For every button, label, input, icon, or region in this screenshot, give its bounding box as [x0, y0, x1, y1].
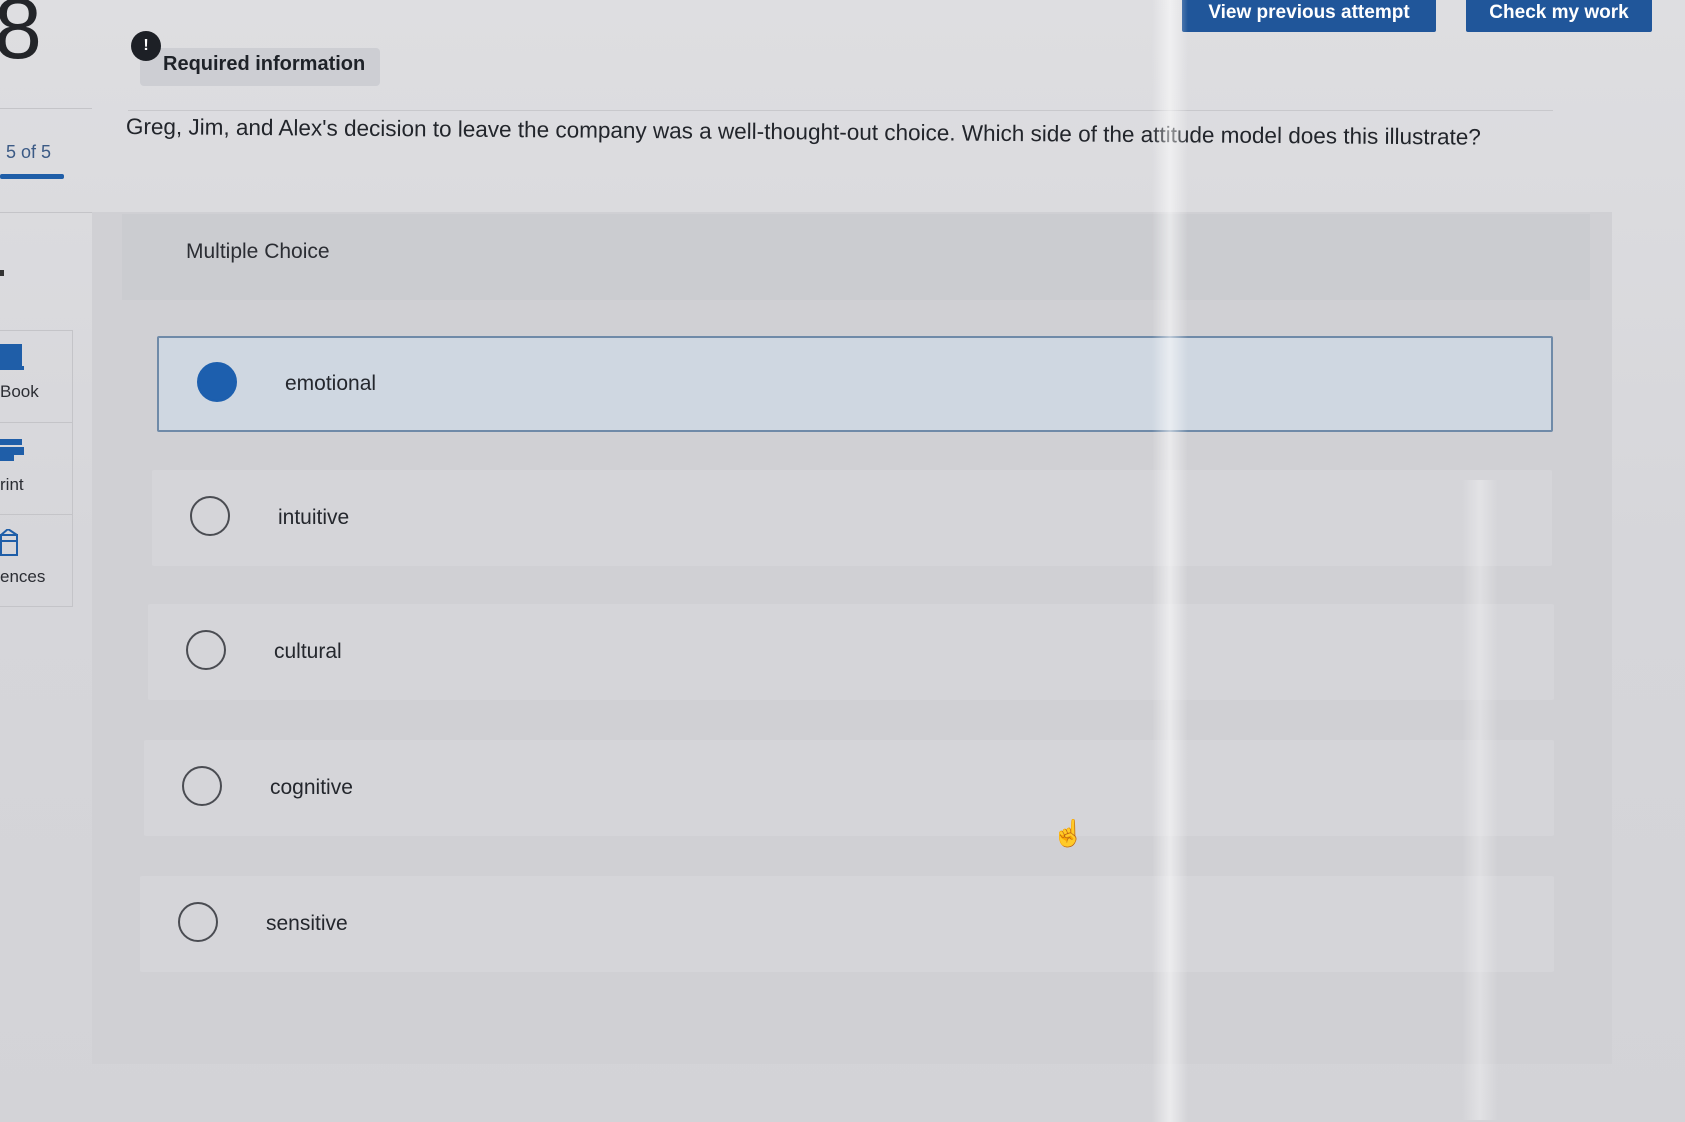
- radio-unselected[interactable]: [190, 496, 230, 536]
- progress-bar: [0, 174, 64, 179]
- view-previous-attempt-button[interactable]: View previous attempt: [1182, 0, 1436, 32]
- choice-label: sensitive: [266, 912, 348, 935]
- choice-label: emotional: [285, 372, 377, 395]
- choice-option-cognitive[interactable]: cognitive: [144, 740, 1554, 836]
- references-icon: [0, 527, 24, 556]
- sidebar-item-references[interactable]: ences: [0, 514, 72, 605]
- book-icon: [0, 344, 24, 370]
- radio-unselected[interactable]: [182, 766, 222, 806]
- radio-unselected[interactable]: [186, 630, 226, 670]
- print-icon: [0, 437, 24, 461]
- hand-pointer-icon: ☝: [1052, 818, 1085, 848]
- choice-label: cognitive: [270, 776, 353, 799]
- sidebar-item-print[interactable]: rint: [0, 422, 72, 513]
- sidebar-item-label: rint: [0, 475, 24, 494]
- sidebar-divider: [0, 108, 92, 109]
- radio-unselected[interactable]: [178, 902, 218, 942]
- question-number: 8: [0, 0, 42, 77]
- choice-label: cultural: [274, 640, 342, 663]
- screen-glare: [1462, 480, 1498, 1120]
- choice-option-emotional[interactable]: emotional: [157, 336, 1553, 432]
- required-info-label[interactable]: Required information: [163, 53, 365, 76]
- sidebar-item-label: Book: [0, 382, 39, 401]
- progress-label: 5 of 5: [6, 142, 52, 162]
- sidebar-item-label: ences: [0, 567, 46, 586]
- divider: [128, 110, 1553, 111]
- choices-panel-header: [122, 214, 1590, 300]
- exclamation-icon: !: [131, 31, 161, 61]
- choice-option-cultural[interactable]: cultural: [148, 604, 1554, 700]
- check-my-work-button[interactable]: Check my work: [1466, 0, 1652, 32]
- sidebar-divider: [0, 212, 92, 213]
- sidebar-item-book[interactable]: Book: [0, 330, 72, 420]
- choice-label: intuitive: [278, 506, 350, 529]
- choice-option-sensitive[interactable]: sensitive: [140, 876, 1554, 972]
- sidebar-marker: [0, 270, 4, 276]
- radio-selected[interactable]: [197, 362, 237, 402]
- screen-glare: [1152, 0, 1188, 1122]
- choice-option-intuitive[interactable]: intuitive: [152, 470, 1552, 566]
- multiple-choice-heading: Multiple Choice: [186, 240, 330, 263]
